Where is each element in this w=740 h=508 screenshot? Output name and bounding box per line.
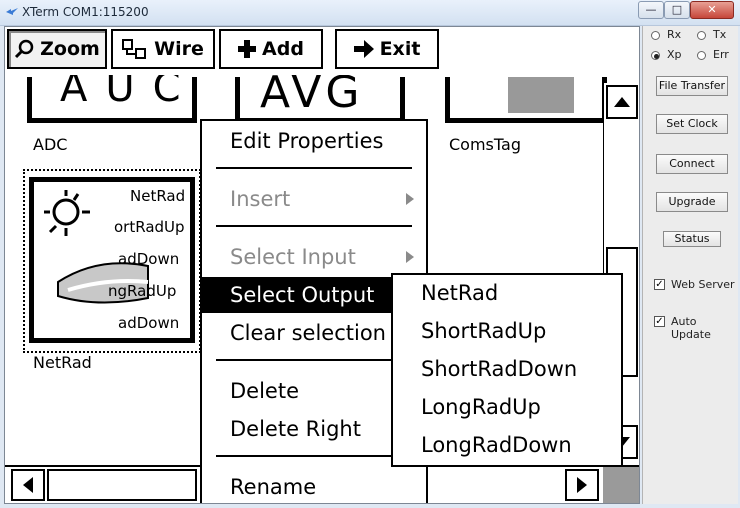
add-label: Add: [262, 38, 304, 60]
zoom-button[interactable]: Zoom: [7, 29, 107, 69]
netrad-output-2: ortRadUp: [114, 218, 185, 236]
submenu-arrow-icon: [406, 193, 414, 205]
arrow-right-icon: [577, 477, 587, 493]
menu-separator: [216, 225, 412, 227]
set-clock-button[interactable]: Set Clock: [656, 114, 728, 134]
side-panel: Rx Tx Xp Err File Transfer Set Clock Con…: [642, 26, 738, 504]
wire-button[interactable]: Wire: [111, 29, 215, 69]
menu-rename[interactable]: Rename: [202, 469, 426, 503]
zoom-label: Zoom: [40, 38, 100, 60]
select-output-submenu: NetRad ShortRadUp ShortRadDown LongRadUp…: [391, 273, 623, 467]
radio-xp[interactable]: [651, 51, 660, 60]
adc-label: ADC: [33, 135, 68, 154]
netrad-output-4: ngRadUp: [108, 282, 177, 300]
menu-select-input[interactable]: Select Input: [202, 239, 426, 275]
plus-icon: [238, 40, 257, 58]
wire-icon: [122, 39, 147, 59]
comstag-label: ComsTag: [449, 135, 521, 154]
radio-err-label: Err: [713, 48, 729, 61]
arrow-up-icon: [614, 97, 630, 107]
horizontal-scroll-thumb[interactable]: [47, 469, 197, 501]
adc-block[interactable]: AUC: [27, 65, 197, 123]
radio-rx[interactable]: [651, 31, 660, 40]
maximize-button[interactable]: □: [664, 1, 690, 19]
scroll-up-button[interactable]: [606, 85, 638, 119]
radio-xp-label: Xp: [667, 48, 682, 61]
submenu-longraddown[interactable]: LongRadDown: [393, 427, 621, 463]
radio-err[interactable]: [697, 51, 706, 60]
arrow-left-icon: [23, 477, 33, 493]
web-server-checkbox[interactable]: ✓: [654, 279, 665, 290]
menu-separator: [216, 167, 412, 169]
file-transfer-button[interactable]: File Transfer: [656, 76, 728, 96]
radio-tx[interactable]: [697, 31, 706, 40]
scroll-left-button[interactable]: [11, 469, 45, 501]
avg-block[interactable]: AVG: [235, 67, 405, 123]
submenu-longradup[interactable]: LongRadUp: [393, 389, 621, 425]
menu-separator: [216, 455, 412, 457]
diagram-canvas[interactable]: AUC ADC AVG ComsTag NetRad ortRadUp adDo…: [4, 26, 640, 504]
menu-edit-properties[interactable]: Edit Properties: [202, 123, 426, 159]
submenu-shortraddown[interactable]: ShortRadDown: [393, 351, 621, 387]
submenu-arrow-icon: [406, 251, 414, 263]
comstag-graphic: [508, 77, 574, 113]
netrad-output-1: NetRad: [130, 187, 186, 205]
netrad-block[interactable]: NetRad ortRadUp adDown ngRadUp adDown: [29, 177, 195, 343]
web-server-label: Web Server: [671, 278, 735, 291]
comstag-block[interactable]: [445, 77, 607, 123]
title-bar: XTerm COM1:115200 — □ ✕: [0, 0, 740, 26]
exit-label: Exit: [379, 38, 421, 60]
menu-insert[interactable]: Insert: [202, 181, 426, 217]
auto-update-checkbox[interactable]: ✓: [654, 316, 665, 327]
exit-button[interactable]: Exit: [335, 29, 439, 69]
close-button[interactable]: ✕: [690, 1, 734, 19]
connect-button[interactable]: Connect: [656, 154, 728, 174]
auto-update-label: Auto Update: [671, 315, 711, 341]
status-button[interactable]: Status: [663, 231, 721, 247]
app-icon: [6, 8, 18, 15]
arrow-right-icon: [353, 40, 374, 58]
magnifier-icon: [15, 39, 34, 59]
minimize-button[interactable]: —: [638, 1, 664, 19]
submenu-netrad[interactable]: NetRad: [393, 275, 621, 311]
scroll-corner: [603, 467, 639, 503]
netrad-output-3: adDown: [118, 250, 180, 268]
wire-label: Wire: [154, 38, 204, 60]
window-title: XTerm COM1:115200: [22, 5, 149, 19]
upgrade-button[interactable]: Upgrade: [656, 192, 728, 212]
toolbar: Zoom Wire Add Exit: [5, 27, 639, 75]
netrad-output-5: adDown: [118, 314, 180, 332]
add-button[interactable]: Add: [219, 29, 323, 69]
scroll-right-button[interactable]: [565, 469, 599, 501]
netrad-label: NetRad: [33, 353, 92, 372]
radio-rx-label: Rx: [667, 28, 682, 41]
menu-separator: [216, 359, 412, 361]
submenu-shortradup[interactable]: ShortRadUp: [393, 313, 621, 349]
radio-tx-label: Tx: [713, 28, 727, 41]
